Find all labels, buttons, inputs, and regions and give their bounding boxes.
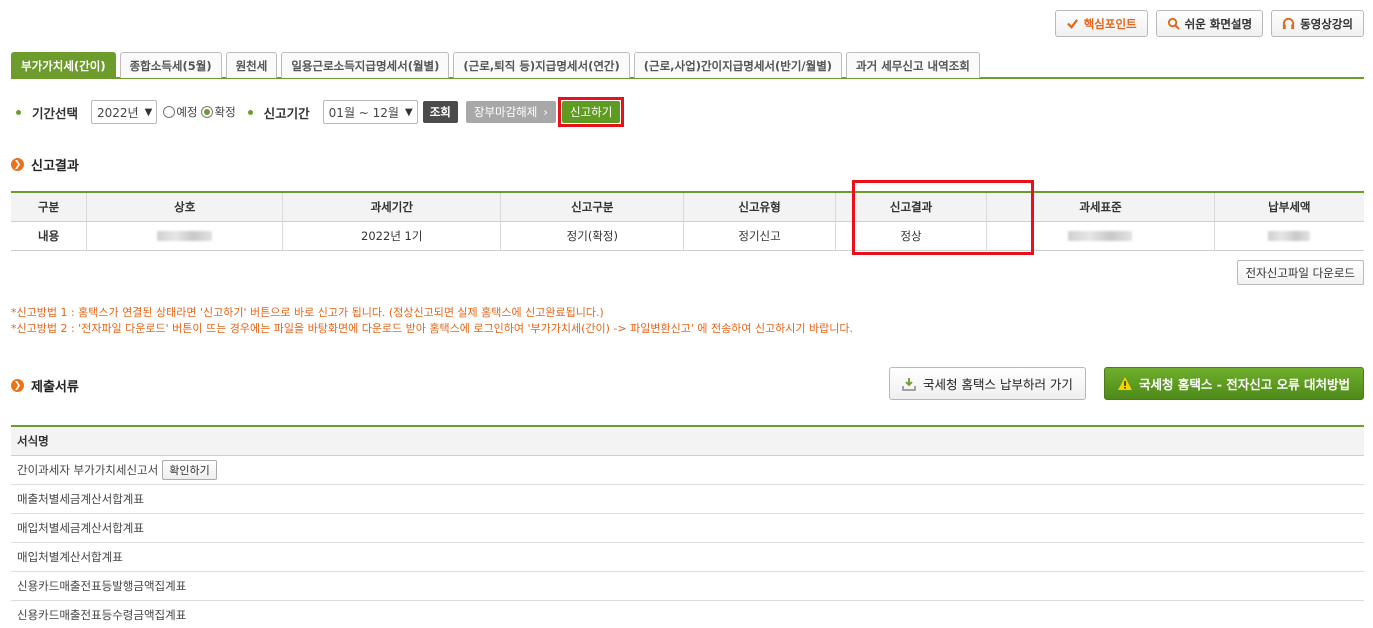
year-select[interactable]: 2022년 ▼: [91, 100, 158, 124]
cell-report-type: 정기신고: [683, 221, 836, 251]
cell-report-category: 정기(확정): [500, 221, 685, 251]
document-name: 매입처별세금계산서합계표: [17, 521, 144, 535]
documents-table: 서식명 간이과세자 부가가치세신고서 확인하기 매출처별세금계산서합계표 매입처…: [11, 425, 1364, 628]
col-business-name: 상호: [86, 192, 284, 222]
col-report-category: 신고구분: [500, 192, 685, 222]
radio-confirmed-label: 확정: [214, 105, 236, 119]
tab-annual-payment-statement[interactable]: (근로,퇴직 등)지급명세서(연간): [453, 52, 630, 78]
cell-tax-period: 2022년 1기: [282, 221, 502, 251]
arrow-circle-icon: ❯: [11, 158, 24, 171]
bullet-icon: [16, 109, 21, 115]
ledger-release-label: 장부마감해제: [473, 105, 538, 119]
hometax-payment-label: 국세청 홈택스 납부하러 가기: [923, 377, 1073, 392]
radio-confirmed[interactable]: 확정: [201, 104, 236, 120]
cell-business-name: [86, 221, 284, 251]
list-item: 매입처별세금계산서합계표: [11, 514, 1364, 543]
easy-guide-button[interactable]: 쉬운 화면설명: [1155, 10, 1264, 37]
table-row: 내용 2022년 1기 정기(확정) 정기신고 정상: [11, 221, 1364, 251]
blurred-value: [1068, 231, 1133, 241]
cell-tax-payable: [1214, 221, 1364, 251]
result-section-title: ❯ 신고결과: [11, 155, 79, 174]
core-point-label: 핵심포인트: [1083, 16, 1137, 31]
error-fix-label: 국세청 홈택스 - 전자신고 오류 대처방법: [1139, 377, 1350, 392]
search-icon: [1167, 17, 1180, 30]
tax-tabs: 부가가치세(간이) 종합소득세(5월) 원천세 일용근로소득지급명세서(월별) …: [11, 52, 1364, 79]
document-name: 매출처별세금계산서합계표: [17, 492, 144, 506]
ledger-release-button[interactable]: 장부마감해제 ›: [465, 101, 556, 123]
documents-title-text: 제출서류: [31, 380, 79, 395]
download-efile-button[interactable]: 전자신고파일 다운로드: [1236, 260, 1364, 285]
tab-daily-wage-statement[interactable]: 일용근로소득지급명세서(월별): [281, 52, 450, 78]
list-item: 간이과세자 부가가치세신고서 확인하기: [11, 456, 1364, 485]
cell-tax-base: [986, 221, 1215, 251]
tab-vat-simple[interactable]: 부가가치세(간이): [11, 52, 116, 78]
tab-simplified-payment-statement[interactable]: (근로,사업)간이지급명세서(반기/월별): [633, 52, 843, 78]
col-category: 구분: [11, 192, 88, 222]
filing-notes: *신고방법 1 : 홈택스가 연결된 상태라면 '신고하기' 버튼으로 바로 신…: [11, 305, 853, 337]
warning-icon: [1118, 377, 1133, 390]
chevron-down-icon: ▼: [404, 106, 413, 118]
tab-withholding-tax[interactable]: 원천세: [225, 52, 278, 78]
file-report-highlight: 신고하기: [557, 97, 625, 127]
col-report-result: 신고결과: [835, 192, 988, 222]
col-tax-period: 과세기간: [282, 192, 502, 222]
video-lecture-label: 동영상강의: [1300, 16, 1353, 31]
radio-confirmed-circle[interactable]: [201, 106, 214, 118]
month-range-value: 01월 ~ 12월: [328, 105, 399, 120]
report-period-label: 신고기간: [263, 105, 310, 121]
core-point-button[interactable]: 핵심포인트: [1054, 10, 1148, 37]
blurred-value: [157, 231, 213, 241]
document-name: 신용카드매출전표등발행금액집계표: [17, 579, 187, 593]
radio-expected-label: 예정: [176, 105, 198, 119]
chevron-down-icon: ▼: [144, 106, 153, 118]
arrow-circle-icon: ❯: [11, 379, 24, 392]
list-item: 신용카드매출전표등발행금액집계표: [11, 572, 1364, 601]
radio-expected[interactable]: 예정: [163, 104, 197, 120]
document-name: 매입처별계산서합계표: [17, 550, 123, 564]
result-table-header: 구분 상호 과세기간 신고구분 신고유형 신고결과 과세표준 납부세액: [11, 192, 1364, 222]
list-item: 매출처별세금계산서합계표: [11, 485, 1364, 514]
file-report-button[interactable]: 신고하기: [561, 101, 621, 123]
error-fix-button[interactable]: 국세청 홈택스 - 전자신고 오류 대처방법: [1104, 367, 1364, 400]
easy-guide-label: 쉬운 화면설명: [1184, 16, 1253, 31]
radio-expected-circle[interactable]: [163, 106, 176, 118]
list-item: 매입처별계산서합계표: [11, 543, 1364, 572]
filing-note-1: *신고방법 1 : 홈택스가 연결된 상태라면 '신고하기' 버튼으로 바로 신…: [11, 306, 604, 319]
tab-past-filing-history[interactable]: 과거 세무신고 내역조회: [846, 52, 980, 78]
hometax-payment-button[interactable]: 국세청 홈택스 납부하러 가기: [889, 367, 1086, 400]
col-tax-base: 과세표준: [986, 192, 1215, 222]
documents-table-header: 서식명: [11, 427, 1364, 456]
year-select-value: 2022년: [97, 105, 139, 120]
cell-report-result: 정상: [835, 221, 988, 251]
document-name: 신용카드매출전표등수령금액집계표: [17, 608, 187, 622]
period-select-label: 기간선택: [32, 105, 79, 121]
chevron-right-icon: ›: [543, 105, 548, 119]
headphones-icon: [1283, 17, 1295, 30]
col-report-type: 신고유형: [683, 192, 836, 222]
download-icon: [902, 377, 916, 391]
bullet-icon: [247, 109, 253, 115]
month-range-select[interactable]: 01월 ~ 12월 ▼: [322, 100, 418, 124]
blurred-value: [1268, 231, 1311, 241]
check-icon: [1066, 19, 1078, 29]
confirm-button[interactable]: 확인하기: [162, 460, 217, 480]
result-title-text: 신고결과: [31, 159, 79, 174]
tab-income-tax[interactable]: 종합소득세(5월): [119, 52, 222, 78]
documents-section-title: ❯ 제출서류: [11, 376, 79, 395]
result-table: 구분 상호 과세기간 신고구분 신고유형 신고결과 과세표준 납부세액 내용 2…: [11, 191, 1364, 251]
help-buttons: 핵심포인트 쉬운 화면설명 동영상강의: [1054, 10, 1364, 37]
video-lecture-button[interactable]: 동영상강의: [1271, 10, 1364, 37]
filing-note-2: *신고방법 2 : '전자파일 다운로드' 버튼이 뜨는 경우에는 파일을 바탕…: [11, 322, 854, 335]
col-tax-payable: 납부세액: [1214, 192, 1364, 222]
filter-bar: 기간선택 2022년 ▼ 예정 확정 신고기간 01월 ~ 12월 ▼ 조회 장…: [11, 97, 625, 127]
list-item: 신용카드매출전표등수령금액집계표: [11, 601, 1364, 628]
search-button[interactable]: 조회: [422, 101, 458, 123]
document-name: 간이과세자 부가가치세신고서: [17, 463, 159, 477]
cell-category: 내용: [11, 221, 88, 251]
